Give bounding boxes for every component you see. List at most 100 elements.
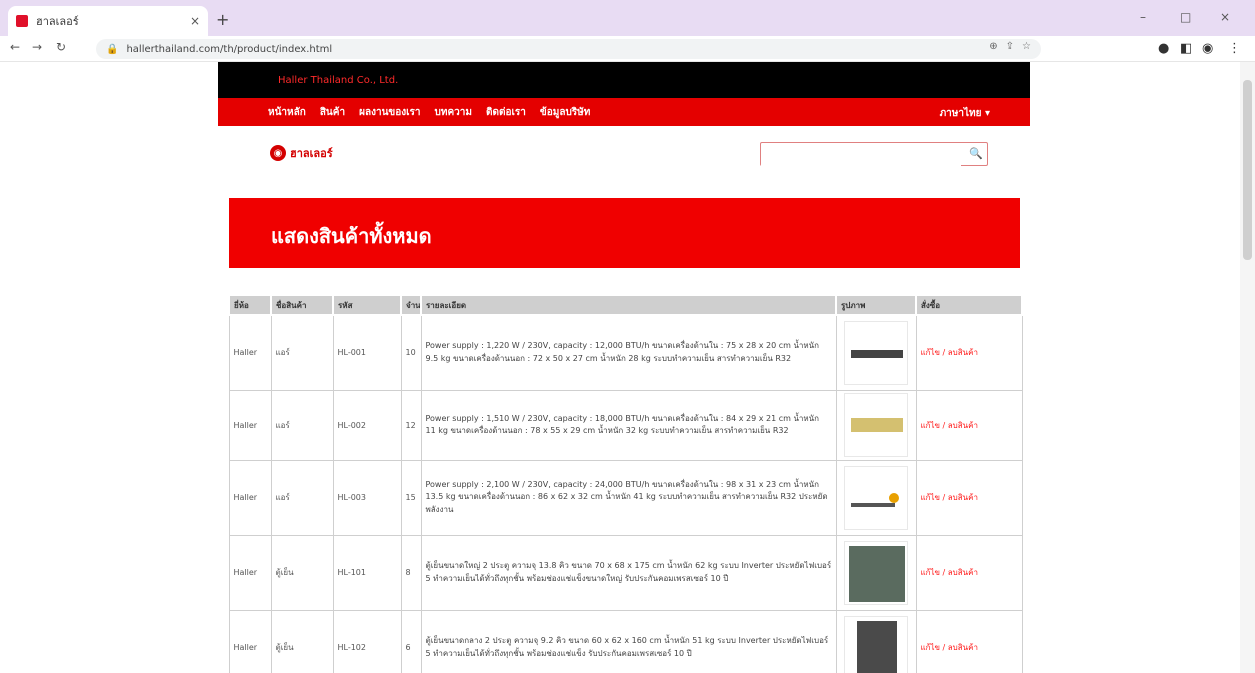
page-banner: แสดงสินค้าทั้งหมด [229,198,1020,268]
table-row: Haller แอร์ HL-001 10 Power supply : 1,2… [228,314,1023,391]
column-header: สั่งซื้อ [915,294,1023,316]
cell-qty: 15 [400,459,422,536]
cell-name: แอร์ [270,389,334,461]
browser-toolbar: ← → ↻ 🔒 hallerthailand.com/th/product/in… [0,36,1255,62]
extension-icon[interactable]: ● [1158,41,1169,56]
product-thumbnail[interactable] [844,465,908,530]
address-bar[interactable]: 🔒 hallerthailand.com/th/product/index.ht… [96,39,1041,59]
ac-unit-image [851,502,895,507]
tab-title: ฮาลเลอร์ [36,15,79,28]
cell-code: HL-003 [332,459,402,536]
product-thumbnail[interactable] [844,320,908,385]
edit-delete-link[interactable]: แก้ไข / ลบสินค้า [915,459,1023,536]
lock-icon: 🔒 [106,43,119,55]
main-nav: หน้าหลัก สินค้า ผลงานของเรา บทความ ติดต่… [218,98,1030,126]
back-icon[interactable]: ← [10,40,20,54]
cell-code: HL-102 [332,609,402,673]
cell-name: แอร์ [270,314,334,391]
ac-accent-image [889,492,899,503]
cell-image [835,459,917,536]
cell-detail: Power supply : 1,510 W / 230V, capacity … [420,389,837,461]
cell-image [835,534,917,611]
column-header: ยี่ห้อ [228,294,272,316]
site-favicon-icon [16,15,28,27]
zoom-icon[interactable]: ⊕ [989,41,997,52]
cell-image [835,389,917,461]
fridge-image [849,545,905,602]
share-icon[interactable]: ⇪ [1006,41,1014,52]
cell-image [835,609,917,673]
cell-code: HL-001 [332,314,402,391]
column-header: รหัส [332,294,402,316]
cell-name: แอร์ [270,459,334,536]
table-row: Haller ตู้เย็น HL-102 6 ตู้เย็นขนาดกลาง … [228,609,1023,673]
cell-name: ตู้เย็น [270,534,334,611]
fridge-image [857,620,897,673]
nav-link-contact[interactable]: ติดต่อเรา [486,105,526,120]
tab-close-icon[interactable]: × [190,14,200,28]
minimize-button[interactable]: – [1140,10,1146,24]
table-row: Haller แอร์ HL-002 12 Power supply : 1,5… [228,389,1023,461]
cell-qty: 6 [400,609,422,673]
cell-brand: Haller [228,459,272,536]
product-thumbnail[interactable] [844,615,908,673]
cell-brand: Haller [228,534,272,611]
search-icon[interactable]: 🔍 [969,147,983,161]
browser-tab-bar: ฮาลเลอร์ × + – □ × [0,0,1255,36]
cell-qty: 8 [400,534,422,611]
new-tab-button[interactable]: + [216,10,229,29]
browser-tab[interactable]: ฮาลเลอร์ × [8,6,208,36]
ac-unit-image [851,349,903,358]
column-header: ชื่อสินค้า [270,294,334,316]
nav-link-about[interactable]: ข้อมูลบริษัท [540,105,590,120]
edit-delete-link[interactable]: แก้ไข / ลบสินค้า [915,534,1023,611]
cell-name: ตู้เย็น [270,609,334,673]
logo-text: ฮาลเลอร์ [290,147,333,160]
cell-qty: 12 [400,389,422,461]
site-logo[interactable]: ◉ ฮาลเลอร์ [270,144,333,162]
top-strip-text: Haller Thailand Co., Ltd. [278,74,399,86]
column-header: จำนวน [400,294,422,316]
cell-code: HL-101 [332,534,402,611]
edit-delete-link[interactable]: แก้ไข / ลบสินค้า [915,314,1023,391]
cell-brand: Haller [228,314,272,391]
brand-row: ◉ ฮาลเลอร์ 🔍 [218,126,1030,182]
page-scrollbar-thumb[interactable] [1243,80,1252,260]
cell-image [835,314,917,391]
cell-detail: ตู้เย็นขนาดใหญ่ 2 ประตู ความจุ 13.8 คิว … [420,534,837,611]
nav-link-home[interactable]: หน้าหลัก [268,105,306,120]
table-header-row: ยี่ห้อ ชื่อสินค้า รหัส จำนวน รายละเอียด … [228,294,1023,316]
cell-detail: Power supply : 1,220 W / 230V, capacity … [420,314,837,391]
website: Haller Thailand Co., Ltd. หน้าหลัก สินค้… [218,62,1030,673]
product-thumbnail[interactable] [844,540,908,605]
cell-detail: ตู้เย็นขนาดกลาง 2 ประตู ความจุ 9.2 คิว ข… [420,609,837,673]
reload-icon[interactable]: ↻ [56,40,66,54]
language-dropdown[interactable]: ภาษาไทย ▾ [940,106,990,121]
nav-link-articles[interactable]: บทความ [435,105,472,120]
forward-icon[interactable]: → [32,40,42,54]
product-table: ยี่ห้อ ชื่อสินค้า รหัส จำนวน รายละเอียด … [228,294,1023,673]
logo-mark-icon: ◉ [270,145,286,161]
column-header: รูปภาพ [835,294,917,316]
cell-brand: Haller [228,389,272,461]
profile-icon[interactable]: ◉ [1202,41,1213,56]
column-header: รายละเอียด [420,294,837,316]
cell-brand: Haller [228,609,272,673]
close-window-button[interactable]: × [1220,10,1230,24]
url-text: hallerthailand.com/th/product/index.html [126,43,333,55]
cell-detail: Power supply : 2,100 W / 230V, capacity … [420,459,837,536]
product-thumbnail[interactable] [844,393,908,457]
maximize-button[interactable]: □ [1180,10,1191,24]
menu-kebab-icon[interactable]: ⋮ [1228,41,1241,56]
nav-link-portfolio[interactable]: ผลงานของเรา [359,105,420,120]
search-box: 🔍 [760,142,988,167]
nav-link-products[interactable]: สินค้า [320,105,345,120]
search-input[interactable] [761,144,961,167]
edit-delete-link[interactable]: แก้ไข / ลบสินค้า [915,609,1023,673]
sidebar-icon[interactable]: ◧ [1180,41,1192,56]
table-row: Haller แอร์ HL-003 15 Power supply : 2,1… [228,459,1023,536]
bookmark-star-icon[interactable]: ☆ [1022,41,1031,52]
edit-delete-link[interactable]: แก้ไข / ลบสินค้า [915,389,1023,461]
table-row: Haller ตู้เย็น HL-101 8 ตู้เย็นขนาดใหญ่ … [228,534,1023,611]
cell-qty: 10 [400,314,422,391]
